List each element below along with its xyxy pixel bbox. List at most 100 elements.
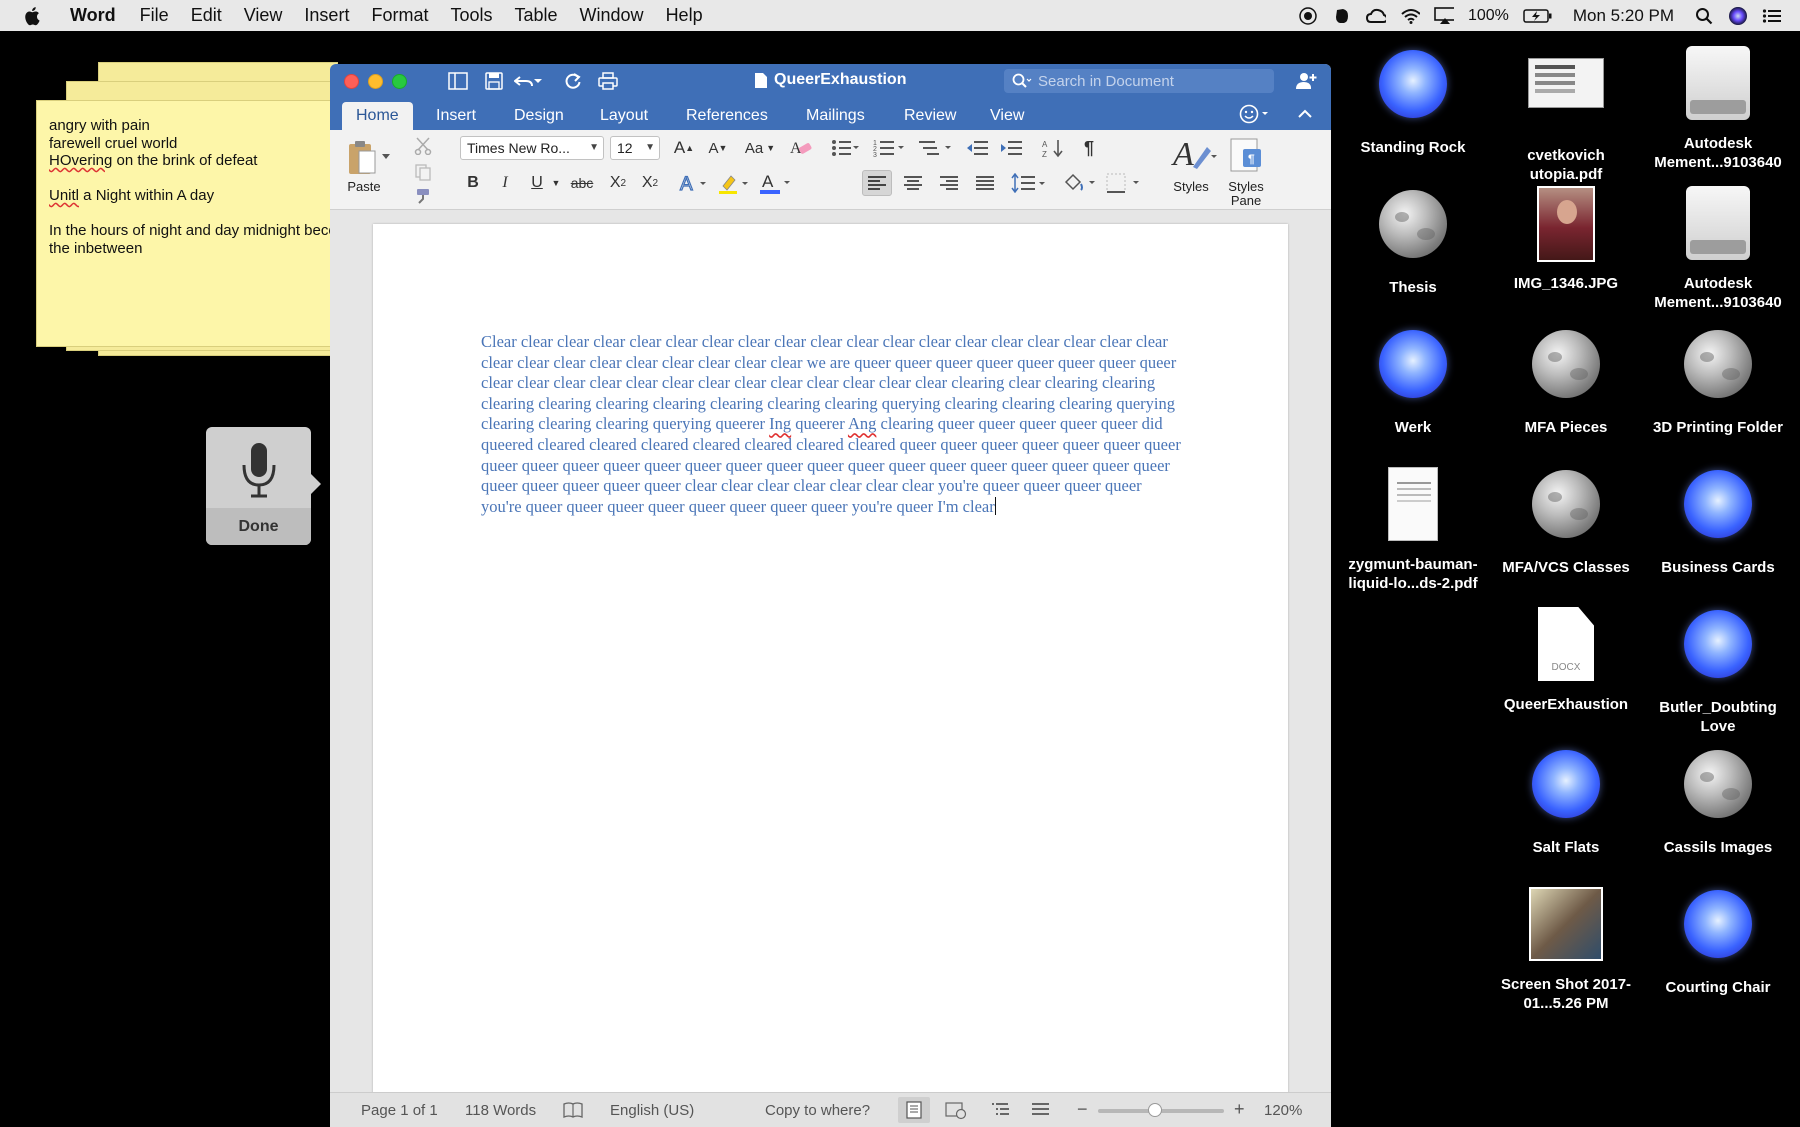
justify-button[interactable] [970, 170, 1000, 196]
align-left-button[interactable] [862, 170, 892, 196]
font-color-icon[interactable]: A [758, 170, 794, 196]
maximize-window-button[interactable] [392, 74, 407, 89]
grow-font-icon[interactable]: A ▲ [670, 137, 698, 159]
italic-button[interactable]: I [492, 170, 518, 196]
superscript-icon[interactable]: X2 [636, 170, 664, 196]
creative-cloud-icon[interactable] [1365, 6, 1386, 26]
decrease-indent-icon[interactable] [964, 136, 992, 160]
title-bar[interactable]: QueerExhaustion [330, 64, 1331, 98]
page-count[interactable]: Page 1 of 1 [361, 1102, 438, 1119]
desktop-item[interactable]: MFA Pieces [1491, 324, 1641, 437]
subscript-icon[interactable]: X2 [604, 170, 632, 196]
draft-view-icon[interactable] [1030, 1100, 1052, 1120]
tab-design[interactable]: Design [500, 102, 578, 130]
sidebar-toggle-icon[interactable] [446, 70, 470, 92]
highlight-color-icon[interactable] [716, 170, 752, 196]
text-effects-icon[interactable]: A [676, 170, 710, 196]
apple-menu-icon[interactable] [24, 6, 48, 26]
tab-view[interactable]: View [976, 102, 1038, 130]
document-page[interactable]: Clear clear clear clear clear clear clea… [373, 224, 1288, 1104]
line-spacing-icon[interactable] [1010, 170, 1050, 196]
document-body-text[interactable]: Clear clear clear clear clear clear clea… [481, 332, 1186, 517]
undo-dropdown-icon[interactable] [532, 70, 544, 92]
battery-charging-icon[interactable] [1523, 6, 1553, 26]
shading-icon[interactable] [1060, 170, 1100, 196]
desktop-item[interactable]: DOCX QueerExhaustion [1491, 604, 1641, 714]
paste-dropdown-icon[interactable] [380, 152, 392, 162]
zoom-in-button[interactable]: + [1234, 1099, 1245, 1120]
desktop-item[interactable]: Thesis [1338, 184, 1488, 297]
collapse-ribbon-icon[interactable] [1297, 106, 1313, 122]
menu-tools[interactable]: Tools [450, 5, 492, 26]
word-count[interactable]: 118 Words [465, 1102, 536, 1119]
underline-button[interactable]: U [524, 170, 550, 196]
dictation-done-button[interactable]: Done [206, 508, 311, 545]
siri-icon[interactable] [1728, 6, 1748, 26]
tab-insert[interactable]: Insert [422, 102, 490, 130]
font-name-select[interactable]: Times New Ro... ▼ [460, 136, 604, 160]
search-in-document-box[interactable] [1004, 69, 1274, 93]
font-size-select[interactable]: 12 ▼ [610, 136, 660, 160]
strikethrough-button[interactable]: abc [566, 170, 598, 196]
styles-gallery-icon[interactable]: A [1168, 132, 1220, 176]
desktop-item[interactable]: Autodesk Mement...9103640 [1643, 44, 1793, 172]
save-icon[interactable] [482, 70, 506, 92]
shrink-font-icon[interactable]: A ▼ [704, 137, 732, 159]
menu-edit[interactable]: Edit [191, 5, 222, 26]
desktop-item[interactable]: Salt Flats [1491, 744, 1641, 857]
zoom-slider[interactable] [1098, 1103, 1224, 1117]
record-icon[interactable] [1298, 6, 1318, 26]
menu-format[interactable]: Format [371, 5, 428, 26]
share-add-person-icon[interactable] [1295, 71, 1317, 91]
app-menu-word[interactable]: Word [70, 5, 116, 26]
tab-references[interactable]: References [672, 102, 782, 130]
close-window-button[interactable] [344, 74, 359, 89]
feedback-smiley-icon[interactable] [1239, 104, 1271, 124]
multilevel-list-icon[interactable] [918, 136, 954, 160]
wifi-icon[interactable] [1400, 6, 1420, 26]
zoom-out-button[interactable]: − [1077, 1099, 1088, 1120]
underline-dropdown-icon[interactable]: ▼ [550, 170, 562, 196]
desktop-item[interactable]: cvetkovich utopia.pdf [1491, 44, 1641, 184]
desktop-item[interactable]: 3D Printing Folder [1643, 324, 1793, 437]
redo-icon[interactable] [561, 70, 585, 92]
menu-clock[interactable]: Mon 5:20 PM [1573, 6, 1674, 26]
misspelled-word[interactable]: Ang [848, 414, 876, 433]
menu-table[interactable]: Table [515, 5, 558, 26]
clear-formatting-icon[interactable]: A [786, 135, 816, 159]
desktop-item[interactable]: zygmunt-bauman-liquid-lo...ds-2.pdf [1338, 464, 1488, 593]
spotlight-search-icon[interactable] [1694, 6, 1714, 26]
notification-center-icon[interactable] [1762, 6, 1782, 26]
desktop-item[interactable]: Cassils Images [1643, 744, 1793, 857]
align-center-button[interactable] [898, 170, 928, 196]
paste-icon[interactable] [344, 138, 380, 178]
sticky-note[interactable]: angry with pain farewell cruel world HOv… [36, 100, 336, 347]
show-formatting-marks-icon[interactable]: ¶ [1076, 136, 1102, 160]
desktop-item[interactable]: Butler_Doubting Love [1643, 604, 1793, 736]
font-name-dropdown-icon[interactable]: ▼ [589, 142, 599, 153]
copy-icon[interactable] [412, 162, 434, 182]
web-layout-view-icon[interactable] [945, 1100, 967, 1120]
tab-mailings[interactable]: Mailings [792, 102, 879, 130]
minimize-window-button[interactable] [368, 74, 383, 89]
menu-view[interactable]: View [244, 5, 283, 26]
airplay-icon[interactable] [1434, 6, 1454, 26]
borders-icon[interactable] [1104, 170, 1144, 196]
bold-button[interactable]: B [460, 170, 486, 196]
tab-home[interactable]: Home [342, 102, 413, 130]
desktop-item[interactable]: Werk [1338, 324, 1488, 437]
desktop-item[interactable]: Courting Chair [1643, 884, 1793, 997]
zoom-slider-thumb[interactable] [1148, 1103, 1163, 1117]
change-case-icon[interactable]: Aa ▼ [742, 137, 778, 159]
outline-view-icon[interactable] [990, 1100, 1012, 1120]
misspelled-word[interactable]: Ing [769, 414, 791, 433]
desktop-item[interactable]: Standing Rock [1338, 44, 1488, 157]
menu-insert[interactable]: Insert [304, 5, 349, 26]
desktop-item[interactable]: Autodesk Mement...9103640 [1643, 184, 1793, 312]
print-icon[interactable] [596, 70, 620, 92]
print-layout-view-button[interactable] [898, 1097, 930, 1123]
format-painter-icon[interactable] [412, 186, 434, 206]
font-size-dropdown-icon[interactable]: ▼ [645, 142, 655, 153]
menu-file[interactable]: File [140, 5, 169, 26]
menu-window[interactable]: Window [580, 5, 644, 26]
